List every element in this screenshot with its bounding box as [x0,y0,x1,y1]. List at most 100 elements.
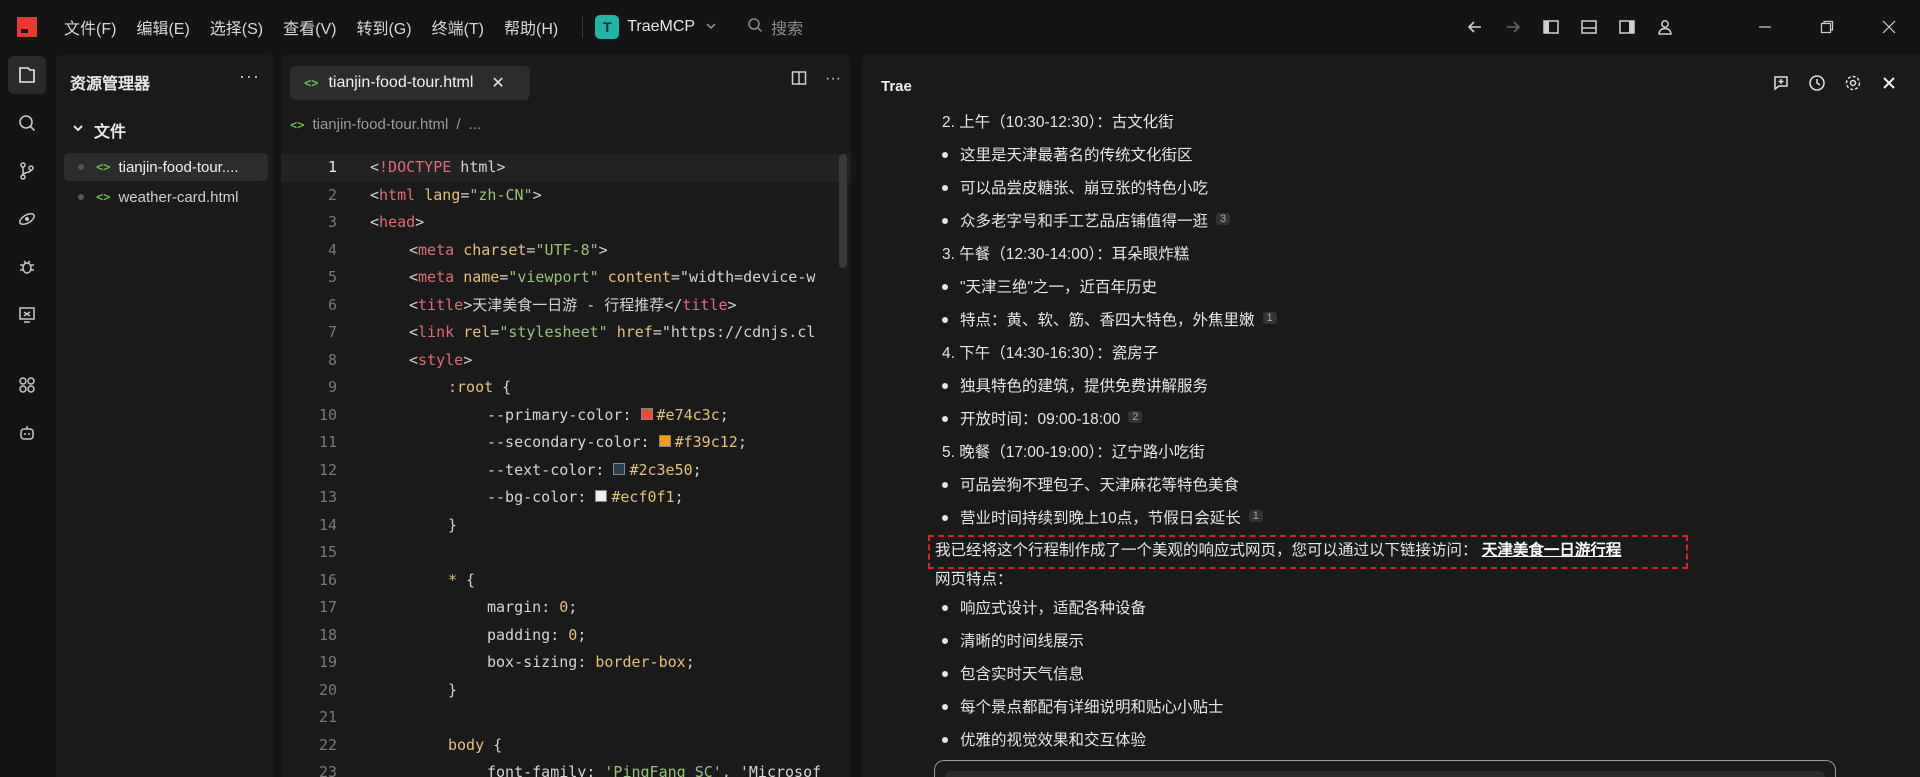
code-line[interactable]: 4 <meta charset="UTF-8"> [281,237,851,265]
code-line[interactable]: 16 * { [281,567,851,595]
menu-help[interactable]: 帮助(H) [504,15,558,39]
titlebar-right [1456,0,1920,54]
editor-scrollbar[interactable] [839,154,847,268]
menu-view[interactable]: 查看(V) [283,15,336,39]
code-line[interactable]: 3 <head> [281,209,851,237]
command-search[interactable]: 搜索 [747,15,803,39]
code-line[interactable]: 19 box-sizing: border-box; [281,649,851,677]
chat-input-field[interactable] [945,771,1825,777]
close-window-icon[interactable] [1858,0,1920,54]
list-item: 独具特色的建筑，提供免费讲解服务 [942,374,1860,396]
file-name: weather-card.html [118,188,239,206]
close-panel-icon[interactable] [1878,72,1900,94]
extensions-icon[interactable] [8,366,46,404]
code-line[interactable]: 14} [281,512,851,540]
more-actions-icon[interactable]: ··· [239,66,260,87]
ai-agent-icon[interactable] [8,414,46,452]
minimize-icon[interactable] [1734,0,1796,54]
code-text: <!DOCTYPE html> [370,158,506,176]
remote-icon[interactable] [8,200,46,238]
result-link[interactable]: 天津美食一日游行程 [1482,542,1622,559]
code-line[interactable]: 6 <title>天津美食一日游 - 行程推荐</title> [281,292,851,320]
file-item-tianjin[interactable]: <> tianjin-food-tour.... [64,153,268,181]
code-text: <meta name="viewport" content="width=dev… [409,268,816,286]
line-number: 2 [327,185,337,204]
menu-edit[interactable]: 编辑(E) [136,15,189,39]
chevron-down-icon [705,20,717,35]
code-text: margin: 0; [487,598,578,616]
code-line[interactable]: 10 --primary-color: #e74c3c; [281,402,851,430]
breadcrumb-more[interactable]: ... [469,116,482,133]
code-text: <style> [409,350,473,369]
code-line[interactable]: 13 --bg-color: #ecf0f1; [281,484,851,512]
toggle-bottom-panel-icon[interactable] [1570,8,1608,46]
html-file-icon: <> [304,76,319,90]
close-tab-icon[interactable]: ✕ [491,73,504,93]
new-chat-icon[interactable] [1770,72,1792,94]
more-actions-icon[interactable]: ··· [825,70,841,91]
settings-gear-icon[interactable] [1842,72,1864,94]
citation-badge[interactable]: 1 [1262,312,1277,324]
code-line[interactable]: 22 body { [281,732,851,760]
line-number: 11 [318,433,337,451]
explorer-panel: 资源管理器 ··· 文件 <> tianjin-food-tour.... <>… [56,54,274,777]
source-control-icon[interactable] [8,152,46,190]
code-text: --bg-color: #ecf0f1; [487,488,684,506]
code-line[interactable]: 7 <link rel="stylesheet" href="https://cd… [281,319,851,347]
code-line[interactable]: 17 margin: 0; [281,594,851,622]
folder-root[interactable]: 文件 [72,118,126,142]
titlebar-divider [582,16,584,38]
project-switcher[interactable]: T TraeMCP [595,15,717,39]
code-text: font-family: 'PingFang SC', 'Microsof [487,763,822,777]
toggle-left-panel-icon[interactable] [1532,8,1570,46]
code-line[interactable]: 1 <!DOCTYPE html> [281,154,851,182]
code-line[interactable]: 23 font-family: 'PingFang SC', 'Microsof [281,759,851,777]
search-panel-icon[interactable] [8,104,46,142]
code-line[interactable]: 8 <style> [281,347,851,375]
menu-selection[interactable]: 选择(S) [210,15,263,39]
restore-icon[interactable] [1796,0,1858,54]
editor-tab[interactable]: <> tianjin-food-tour.html ✕ [290,66,530,100]
code-text: :root { [448,378,512,396]
debug-icon[interactable] [8,248,46,286]
citation-badge[interactable]: 1 [1248,510,1263,522]
code-line[interactable]: 21 [281,704,851,732]
chat-input-box[interactable] [934,760,1836,777]
html-file-icon: <> [96,160,111,174]
code-line[interactable]: 20} [281,677,851,705]
code-text: * { [448,570,476,589]
message-text: 开放时间：09:00-18:00 [960,411,1121,428]
menu-go[interactable]: 转到(G) [356,15,411,39]
explorer-icon[interactable] [8,56,46,94]
citation-badge[interactable]: 3 [1216,213,1231,225]
list-item: 众多老字号和手工艺品店铺值得一逛 3 [942,209,1860,231]
account-icon[interactable] [1646,8,1684,46]
line-number: 10 [318,405,337,424]
code-line[interactable]: 12 --text-color: #2c3e50; [281,457,851,485]
code-line[interactable]: 9:root { [281,374,851,402]
message-text: 营业时间持续到晚上10点，节假日会延长 [960,510,1241,527]
remote-explorer-icon[interactable] [8,296,46,334]
code-line[interactable]: 18 padding: 0; [281,622,851,650]
citation-badge[interactable]: 2 [1128,411,1143,423]
history-icon[interactable] [1806,72,1828,94]
message-text: 可以品尝皮糖张、崩豆张的特色小吃 [960,180,1209,197]
forward-arrow-icon[interactable] [1494,8,1532,46]
back-arrow-icon[interactable] [1456,8,1494,46]
code-line[interactable]: 15 [281,539,851,567]
list-item: 可品尝狗不理包子、天津麻花等特色美食 [942,473,1860,495]
code-line[interactable]: 5 <meta name="viewport" content="width=de… [281,264,851,292]
code-line[interactable]: 2 <html lang="zh-CN"> [281,182,851,210]
code-area[interactable]: 1 <!DOCTYPE html> 2 <html lang="zh-CN"> 3 <he… [281,154,851,777]
toggle-right-panel-icon[interactable] [1608,8,1646,46]
features-title: 网页特点： [935,571,1013,588]
code-line[interactable]: 11 --secondary-color: #f39c12; [281,429,851,457]
feature-item: 每个景点都配有详细说明和贴心小贴士 [942,695,1860,717]
menu-file[interactable]: 文件(F) [64,15,116,39]
itinerary-step: 5. 晚餐（17:00-19:00）：辽宁路小吃街 [942,440,1842,462]
line-number: 14 [318,515,337,534]
split-editor-icon[interactable] [791,70,807,91]
file-item-weather[interactable]: <> weather-card.html [64,183,268,211]
breadcrumb-file[interactable]: tianjin-food-tour.html [312,116,448,133]
menu-terminal[interactable]: 终端(T) [432,15,484,39]
